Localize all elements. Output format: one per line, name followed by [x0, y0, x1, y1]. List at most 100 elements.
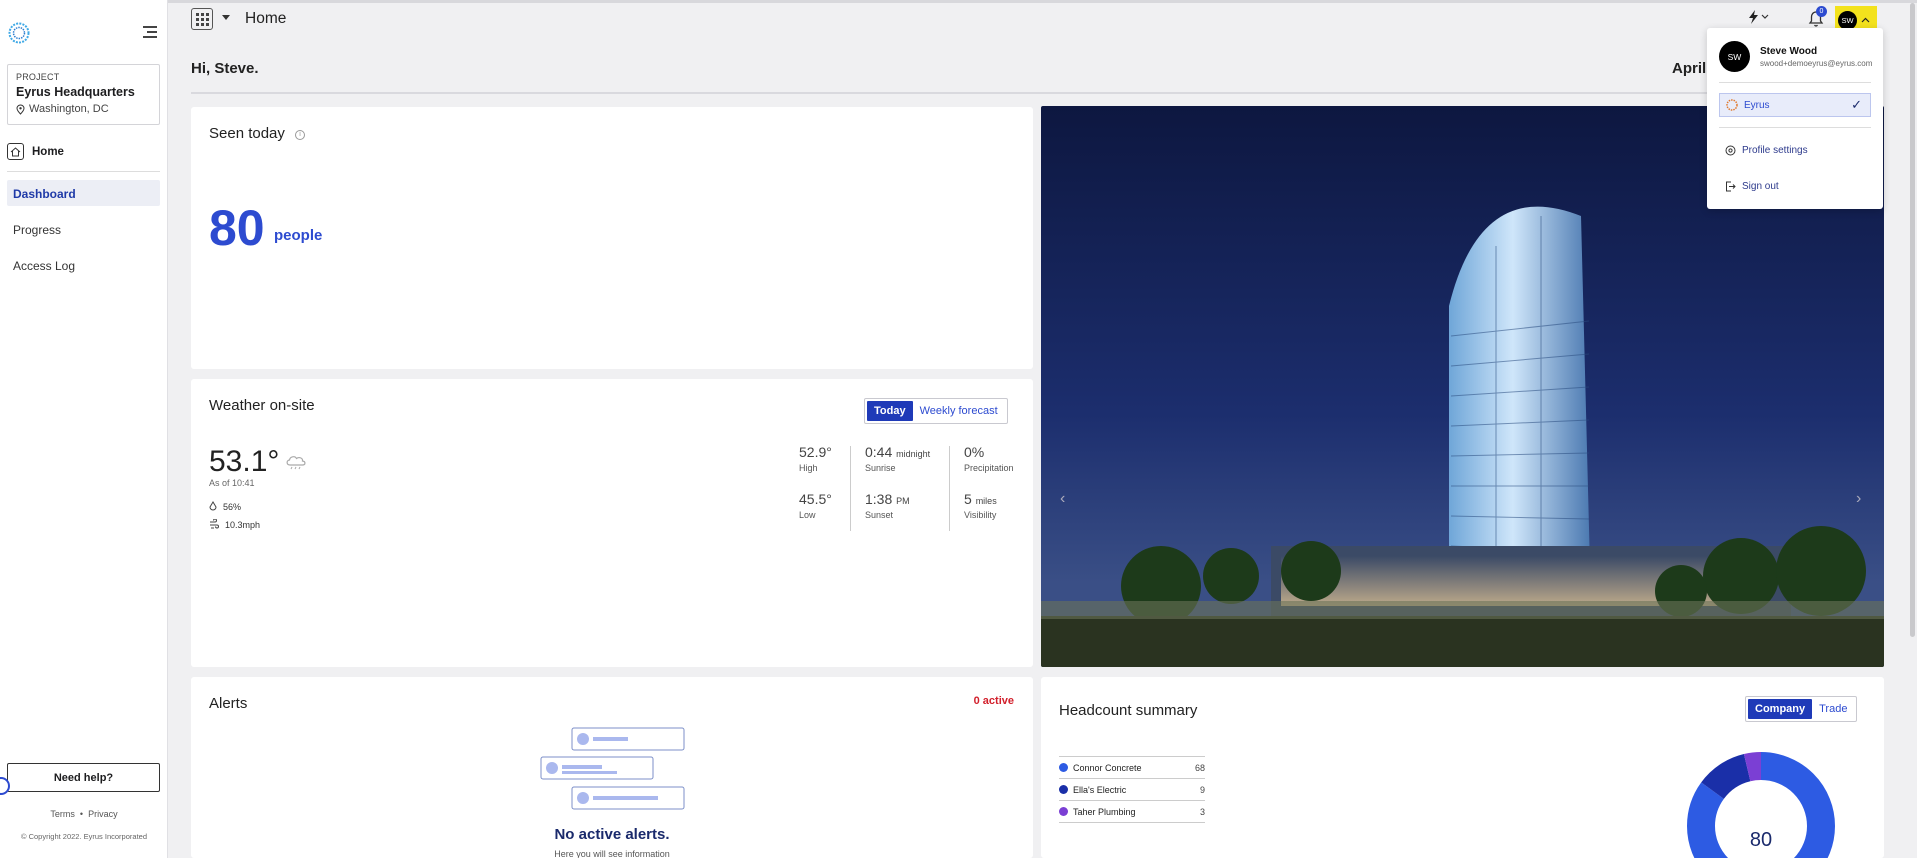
tab-company[interactable]: Company [1748, 699, 1813, 719]
headcount-view-toggle: Company Trade [1745, 696, 1858, 722]
sidebar-item-dashboard[interactable]: Dashboard [7, 180, 160, 206]
cloud-rain-icon [286, 456, 306, 470]
company-name: Connor Concrete [1073, 762, 1142, 773]
menu-divider [1719, 127, 1871, 128]
seen-today-unit: people [274, 227, 323, 244]
wind-icon [210, 519, 219, 529]
org-option-eyrus[interactable]: Eyrus ✓ [1719, 93, 1871, 117]
precipitation: 0% Precipitation [964, 444, 1014, 473]
home-label: Home [32, 145, 64, 158]
location-pin-icon [16, 103, 25, 115]
sunrise-time: 0:44 [865, 444, 893, 460]
list-item: Connor Concrete 68 [1059, 757, 1205, 779]
weather-title: Weather on-site [209, 397, 315, 414]
sunset-value: 1:38 PM [865, 491, 910, 507]
headcount-title: Headcount summary [1059, 702, 1198, 719]
settings-icon [1725, 145, 1736, 156]
sunset-time: 1:38 [865, 491, 893, 507]
user-email: swood+demoeyrus@eyrus.com [1760, 59, 1873, 68]
sign-out-label: Sign out [1742, 181, 1779, 192]
org-logo-icon [1726, 99, 1738, 111]
seen-today-card: Seen today i 80 people [191, 107, 1033, 369]
notification-badge: 0 [1816, 6, 1827, 17]
menu-divider [1719, 82, 1871, 83]
avatar: SW [1719, 41, 1750, 72]
page-scrollbar[interactable] [1910, 3, 1915, 637]
current-temperature: 53.1° [209, 445, 280, 478]
headcount-card: Headcount summary Company Trade Connor C… [1041, 677, 1884, 858]
precipitation-label: Precipitation [964, 463, 1014, 473]
current-date: April [1672, 60, 1707, 77]
sidebar-item-progress[interactable]: Progress [7, 216, 160, 242]
company-count: 3 [1199, 806, 1205, 817]
caret-down-icon[interactable] [222, 15, 230, 20]
page-title: Home [245, 10, 287, 27]
sign-out-item[interactable]: Sign out [1725, 181, 1779, 192]
weather-divider [850, 446, 851, 531]
chevron-up-icon [1861, 17, 1870, 23]
copyright: © Copyright 2022. Eyrus Incorporated [20, 832, 147, 841]
low-temp-label: Low [799, 510, 816, 520]
header-divider [191, 92, 1883, 94]
need-help-button[interactable]: Need help? [7, 763, 160, 792]
company-name: Taher Plumbing [1073, 806, 1136, 817]
info-icon[interactable]: i [295, 130, 306, 140]
list-item: Taher Plumbing 3 [1059, 801, 1205, 823]
carousel-prev-icon[interactable]: ‹ [1060, 490, 1065, 508]
home-icon [7, 143, 24, 160]
high-temp-label: High [799, 463, 818, 473]
company-name: Ella's Electric [1073, 784, 1127, 795]
alerts-title: Alerts [209, 695, 248, 712]
bolt-icon [1749, 10, 1769, 24]
eyrus-logo[interactable] [8, 22, 30, 44]
empty-alerts-illustration [540, 727, 685, 810]
company-count: 68 [1194, 762, 1205, 773]
check-icon: ✓ [1851, 97, 1862, 112]
project-selector[interactable]: PROJECT Eyrus Headquarters Washington, D… [7, 64, 160, 125]
seen-today-title-text: Seen today [209, 125, 285, 142]
low-temp: 45.5° Low [799, 491, 832, 520]
list-item: Ella's Electric 9 [1059, 779, 1205, 801]
apps-grid-icon[interactable] [191, 8, 213, 30]
high-temp-value: 52.9° [799, 444, 832, 460]
privacy-link[interactable]: Privacy [88, 809, 118, 819]
home-link[interactable]: Home [7, 143, 64, 160]
sidebar-item-access-log[interactable]: Access Log [7, 252, 160, 278]
wind-line: 10.3mph [209, 519, 260, 530]
profile-settings-item[interactable]: Profile settings [1725, 145, 1808, 156]
terms-link[interactable]: Terms [50, 809, 75, 819]
footer-links: Terms • Privacy [0, 809, 168, 819]
weather-card: Weather on-site Today Weekly forecast 53… [191, 379, 1033, 667]
sunrise-label: Sunrise [865, 463, 896, 473]
tab-trade[interactable]: Trade [1812, 699, 1854, 719]
visibility: 5 miles Visibility [964, 491, 997, 520]
alerts-card: Alerts 0 active No active alerts. Here y… [191, 677, 1033, 858]
menu-collapse-icon[interactable] [143, 26, 157, 38]
user-menu-dropdown: SW Steve Wood swood+demoeyrus@eyrus.com … [1707, 28, 1883, 209]
sunset-suffix: PM [896, 496, 910, 506]
company-count: 9 [1199, 784, 1205, 795]
org-name: Eyrus [1744, 99, 1770, 111]
carousel-next-icon[interactable]: › [1856, 490, 1861, 508]
sign-out-icon [1726, 181, 1736, 192]
humidity-line: 56% [209, 501, 241, 512]
headcount-legend: Connor Concrete 68 Ella's Electric 9 Tah… [1059, 756, 1205, 823]
sidebar: PROJECT Eyrus Headquarters Washington, D… [0, 0, 168, 858]
project-label: PROJECT [16, 72, 60, 82]
avatar: SW [1838, 10, 1857, 30]
tab-weekly-forecast[interactable]: Weekly forecast [913, 401, 1005, 421]
separator-dot: • [77, 809, 89, 819]
weather-as-of: As of 10:41 [209, 478, 255, 488]
topbar: Home 0 SW [168, 0, 1917, 40]
sunrise-suffix: midnight [896, 449, 931, 459]
legend-dot [1059, 785, 1068, 794]
headcount-total: 80 [1749, 829, 1773, 851]
sunset: 1:38 PM Sunset [865, 491, 910, 520]
tab-today[interactable]: Today [867, 401, 913, 421]
quick-actions-button[interactable] [1747, 10, 1769, 27]
droplet-icon [209, 501, 217, 511]
no-alerts-title: No active alerts. [554, 826, 670, 843]
legend-dot [1059, 763, 1068, 772]
legend-dot [1059, 807, 1068, 816]
visibility-suffix: miles [975, 496, 997, 506]
